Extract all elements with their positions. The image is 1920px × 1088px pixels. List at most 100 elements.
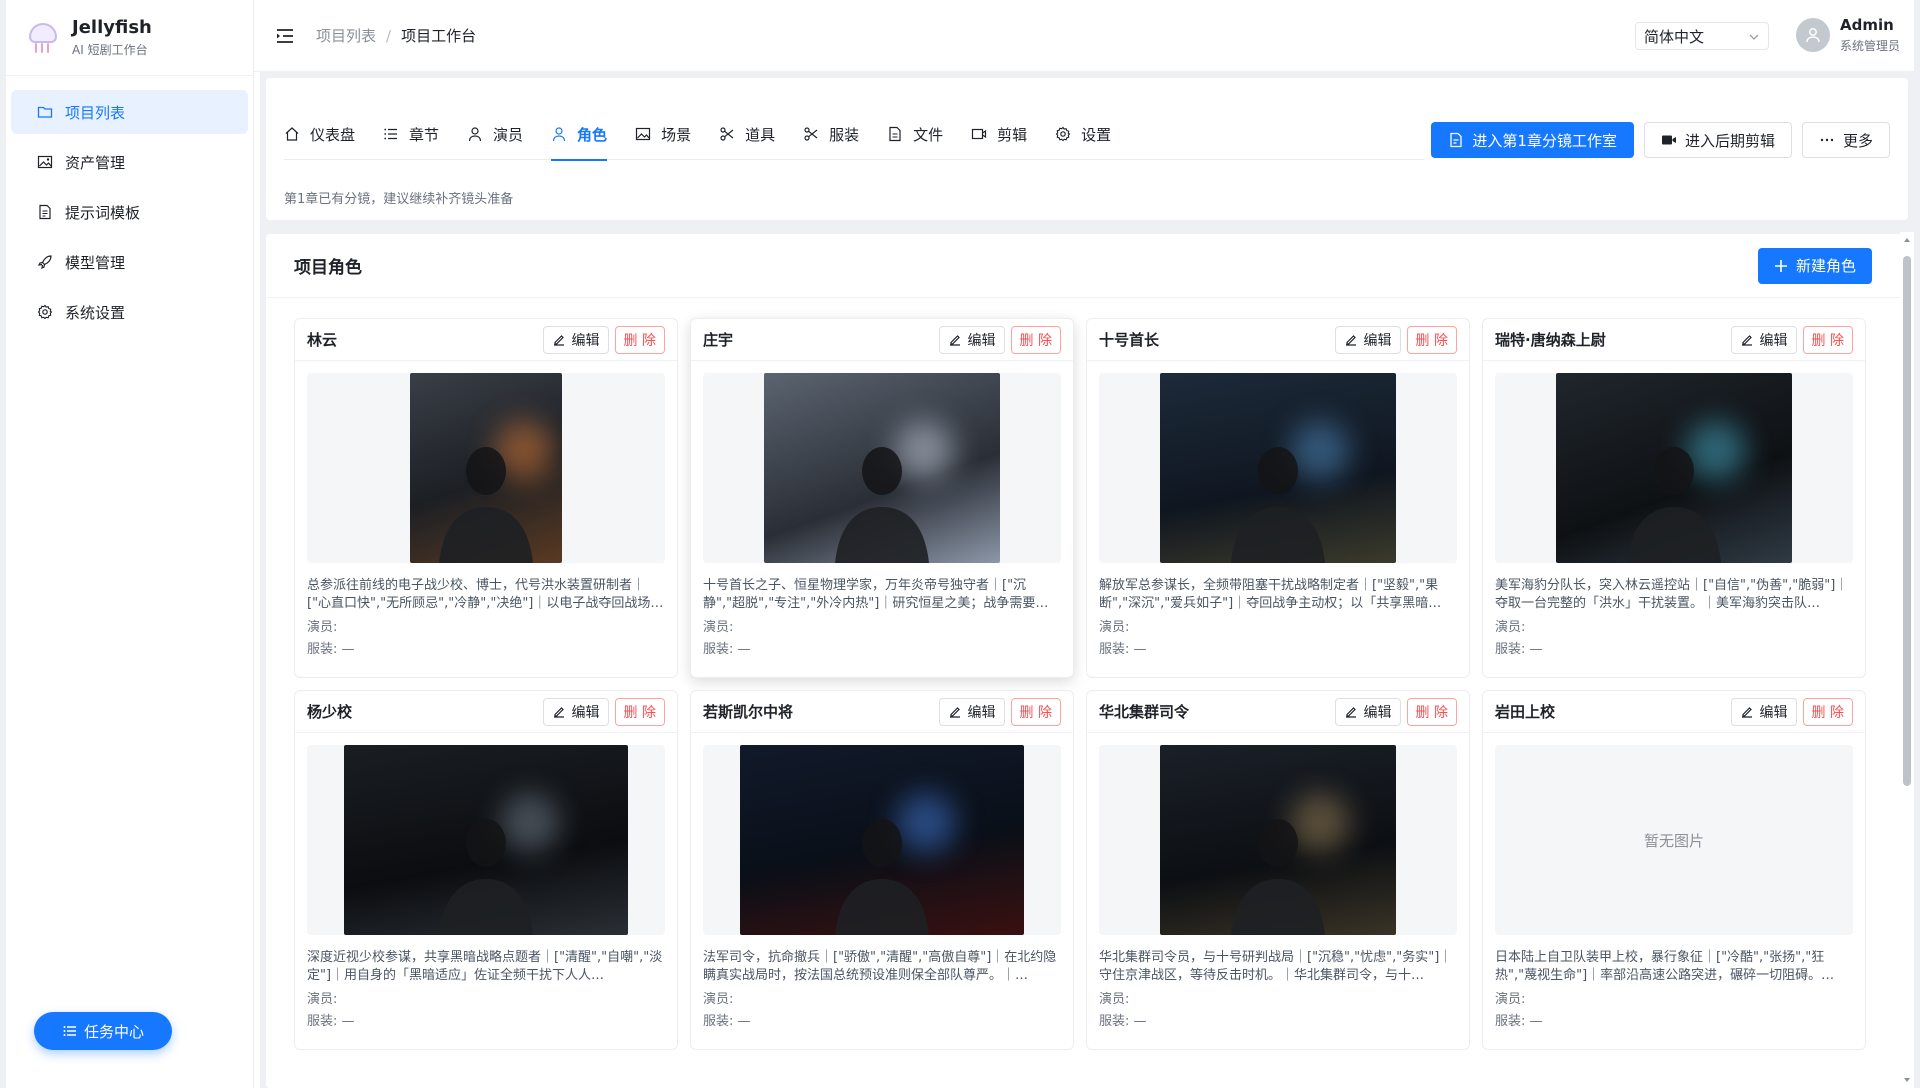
roles-panel: 项目角色 新建角色 林云 编辑 删 除 总参派往前线的电子战少校、博士，代号洪水…: [266, 234, 1902, 1088]
new-role-label: 新建角色: [1795, 257, 1856, 275]
scrollbar[interactable]: [1900, 232, 1914, 1088]
figure-silhouette-icon: [439, 447, 533, 563]
brand: Jellyfish AI 短剧工作台: [6, 0, 253, 76]
breadcrumb-separator: /: [386, 26, 392, 45]
video-camera-icon: [1661, 135, 1676, 145]
role-card[interactable]: 华北集群司令 编辑 删 除 华北集群司令员，与十号研判战局｜["沉稳","忧虑"…: [1086, 690, 1470, 1050]
new-role-button[interactable]: 新建角色: [1757, 247, 1872, 284]
role-portrait-image: [1556, 373, 1792, 563]
edit-role-button[interactable]: 编辑: [1334, 325, 1401, 354]
tab-actors[interactable]: 演员: [467, 108, 537, 160]
sidebar-item-settings[interactable]: 系统设置: [11, 290, 248, 334]
role-image-frame: [703, 745, 1061, 935]
delete-label: 删 除: [1019, 332, 1052, 349]
sidebar-item-projects[interactable]: 项目列表: [11, 90, 248, 134]
edit-label: 编辑: [967, 704, 996, 721]
role-costume: 服装: —: [307, 1014, 355, 1029]
tab-props[interactable]: 道具: [719, 108, 789, 160]
role-portrait-image: [344, 745, 628, 935]
role-name: 林云: [307, 331, 338, 349]
document-icon: [39, 204, 51, 220]
more-button[interactable]: 更多: [1801, 122, 1890, 158]
role-card[interactable]: 瑞特·唐纳森上尉 编辑 删 除 美军海豹分队长，突入林云遥控站｜["自信","伪…: [1482, 318, 1866, 678]
delete-label: 删 除: [1811, 332, 1844, 349]
figure-silhouette-icon: [835, 819, 929, 935]
menu-fold-icon[interactable]: [274, 25, 296, 47]
post-edit-button[interactable]: 进入后期剪辑: [1643, 122, 1792, 158]
role-card[interactable]: 庄宇 编辑 删 除 十号首长之子、恒星物理学家，万年炎帝号独守者｜["沉静","…: [690, 318, 1074, 678]
workspace-tabs: 仪表盘 章节 演员 角色 场景 道具 服装 文件 剪辑 设置: [284, 108, 1424, 161]
edit-label: 编辑: [1759, 704, 1788, 721]
delete-role-button[interactable]: 删 除: [1406, 325, 1457, 354]
edit-role-button[interactable]: 编辑: [1334, 697, 1401, 726]
role-description: 华北集群司令员，与十号研判战局｜["沉稳","忧虑","务实"]｜守住京津战区，…: [1099, 950, 1453, 983]
document-icon: [1450, 132, 1463, 148]
scroll-up-icon[interactable]: [1903, 236, 1911, 244]
sidebar-item-models[interactable]: 模型管理: [11, 240, 248, 284]
tab-files[interactable]: 文件: [887, 108, 957, 160]
edit-role-button[interactable]: 编辑: [542, 697, 609, 726]
language-select[interactable]: 简体中文: [1635, 22, 1769, 50]
edit-label: 编辑: [1363, 332, 1392, 349]
edit-icon: [949, 334, 960, 346]
sidebar-item-prompts[interactable]: 提示词模板: [11, 190, 248, 234]
edit-icon: [1741, 334, 1752, 346]
edit-role-button[interactable]: 编辑: [938, 697, 1005, 726]
role-card[interactable]: 岩田上校 编辑 删 除 暂无图片 日本陆上自卫队装甲上校，暴行象征｜["冷酷",…: [1482, 690, 1866, 1050]
role-costume: 服装: —: [703, 642, 751, 657]
figure-silhouette-icon: [1231, 819, 1325, 935]
tab-label: 仪表盘: [310, 125, 356, 144]
no-image-text: 暂无图片: [1643, 831, 1704, 850]
breadcrumb-root[interactable]: 项目列表: [316, 25, 376, 46]
workspace-toolbar: 仪表盘 章节 演员 角色 场景 道具 服装 文件 剪辑 设置 进入第1章分镜工作…: [266, 78, 1908, 220]
delete-role-button[interactable]: 删 除: [1802, 325, 1853, 354]
role-card[interactable]: 林云 编辑 删 除 总参派往前线的电子战少校、博士，代号洪水装置研制者｜["心直…: [294, 318, 678, 678]
delete-role-button[interactable]: 删 除: [614, 325, 665, 354]
avatar: [1795, 18, 1830, 52]
tab-dashboard[interactable]: 仪表盘: [284, 108, 369, 160]
tab-settings[interactable]: 设置: [1055, 108, 1125, 160]
document-icon: [889, 126, 901, 142]
tab-label: 文件: [913, 125, 944, 144]
delete-role-button[interactable]: 删 除: [614, 697, 665, 726]
image-icon: [635, 127, 651, 141]
delete-role-button[interactable]: 删 除: [1802, 697, 1853, 726]
delete-role-button[interactable]: 删 除: [1010, 325, 1061, 354]
scroll-down-icon[interactable]: [1903, 1076, 1911, 1084]
edit-role-button[interactable]: 编辑: [938, 325, 1005, 354]
delete-role-button[interactable]: 删 除: [1406, 697, 1457, 726]
tab-roles[interactable]: 角色: [551, 108, 621, 161]
tab-editing[interactable]: 剪辑: [971, 108, 1041, 160]
role-actor: 演员:: [1495, 992, 1526, 1007]
role-name: 杨少校: [307, 703, 353, 721]
brand-subtitle: AI 短剧工作台: [72, 43, 148, 57]
role-card[interactable]: 十号首长 编辑 删 除 解放军总参谋长，全频带阻塞干扰战略制定者｜["坚毅","…: [1086, 318, 1470, 678]
main-content: 仪表盘 章节 演员 角色 场景 道具 服装 文件 剪辑 设置 进入第1章分镜工作…: [260, 72, 1914, 1088]
role-grid: 林云 编辑 删 除 总参派往前线的电子战少校、博士，代号洪水装置研制者｜["心直…: [294, 318, 1866, 1050]
edit-role-button[interactable]: 编辑: [1730, 325, 1797, 354]
tab-costumes[interactable]: 服装: [803, 108, 873, 160]
role-card[interactable]: 杨少校 编辑 删 除 深度近视少校参谋，共享黑暗战略点题者｜["清醒","自嘲"…: [294, 690, 678, 1050]
edit-icon: [1741, 706, 1752, 718]
sidebar-item-assets[interactable]: 资产管理: [11, 140, 248, 184]
workspace-actions: 进入第1章分镜工作室 进入后期剪辑 更多: [1431, 122, 1890, 158]
role-card[interactable]: 若斯凯尔中将 编辑 删 除 法军司令，抗命撤兵｜["骄傲","清醒","高傲自尊…: [690, 690, 1074, 1050]
role-portrait-image: [1160, 745, 1396, 935]
task-center-button[interactable]: 任务中心: [34, 1012, 172, 1050]
storyboard-studio-button[interactable]: 进入第1章分镜工作室: [1431, 122, 1634, 158]
tab-scenes[interactable]: 场景: [635, 108, 705, 160]
tab-chapters[interactable]: 章节: [383, 108, 453, 160]
edit-role-button[interactable]: 编辑: [1730, 697, 1797, 726]
scroll-thumb[interactable]: [1903, 256, 1911, 786]
top-header: 项目列表 / 项目工作台 简体中文 Admin 系统管理员: [254, 0, 1914, 72]
role-description: 深度近视少校参谋，共享黑暗战略点题者｜["清醒","自嘲","淡定"]｜用自身的…: [307, 950, 663, 983]
role-description: 美军海豹分队长，突入林云遥控站｜["自信","伪善","脆弱"]｜夺取一台完整的…: [1495, 578, 1849, 611]
rocket-icon: [37, 255, 52, 270]
user-menu[interactable]: Admin 系统管理员: [1795, 16, 1900, 54]
tab-label: 服装: [829, 125, 860, 144]
edit-label: 编辑: [571, 704, 600, 721]
edit-role-button[interactable]: 编辑: [542, 325, 609, 354]
role-actor: 演员:: [1099, 620, 1130, 635]
user-name: Admin: [1839, 16, 1894, 34]
delete-role-button[interactable]: 删 除: [1010, 697, 1061, 726]
